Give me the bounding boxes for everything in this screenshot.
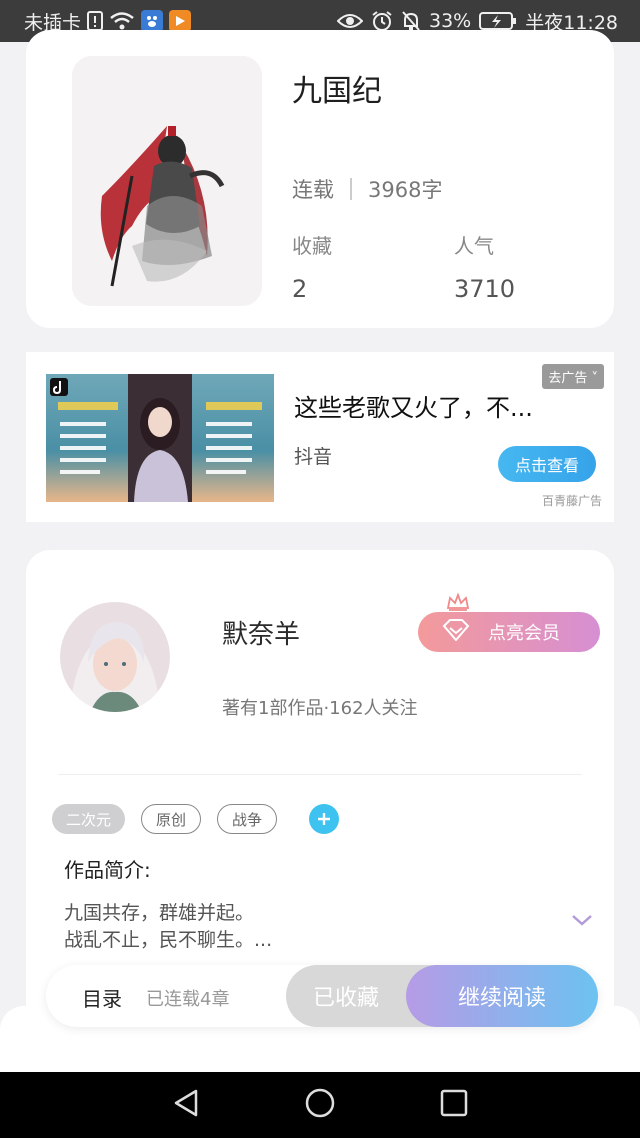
status-divider: [350, 178, 352, 200]
expand-chevron-icon[interactable]: [570, 912, 594, 932]
book-status-row: 连载 3968字: [292, 174, 442, 204]
book-title: 九国纪: [292, 74, 382, 109]
remove-ad-label: 去广告: [548, 371, 588, 386]
add-tag-button[interactable]: [309, 804, 340, 834]
toc-button[interactable]: 目录: [82, 983, 122, 1012]
popularity-label: 人气: [454, 234, 494, 258]
collect-label: 收藏: [292, 234, 332, 258]
vip-label: 点亮会员: [488, 623, 560, 644]
section-divider: [58, 774, 582, 775]
home-nav-icon[interactable]: [304, 1087, 336, 1123]
book-info-card: 九国纪 连载 3968字 收藏 2 人气 3710: [26, 30, 614, 328]
video-app-icon: [169, 10, 192, 32]
ad-image[interactable]: [46, 374, 274, 502]
author-name[interactable]: 默奈羊: [222, 614, 300, 651]
tag-item[interactable]: 原创: [141, 804, 202, 834]
popularity-stat: 人气 3710: [454, 230, 515, 303]
popularity-value: 3710: [454, 275, 516, 303]
word-count: 3968字: [368, 178, 443, 202]
vip-button[interactable]: 点亮会员: [418, 612, 600, 652]
remove-ad-button[interactable]: 去广告 ˅: [542, 364, 604, 389]
intro-heading: 作品简介:: [64, 858, 151, 882]
wifi-icon: [109, 11, 135, 31]
author-meta: 著有1部作品·162人关注: [222, 698, 418, 719]
alarm-icon: [371, 10, 393, 32]
eye-icon: [337, 12, 363, 30]
ad-view-button[interactable]: 点击查看: [498, 446, 596, 482]
book-cover-image[interactable]: [72, 56, 262, 306]
plus-icon: [318, 813, 331, 825]
ad-source: 抖音: [294, 446, 333, 468]
baidu-app-icon: [141, 10, 164, 32]
author-avatar[interactable]: [60, 602, 170, 712]
intro-text: 九国共存，群雄并起。 战乱不止，民不聊生。...: [64, 902, 273, 951]
diamond-icon: [442, 618, 470, 646]
tag-item[interactable]: 战争: [217, 804, 278, 834]
chevron-down-icon: ˅: [591, 371, 599, 386]
battery-percent: 33%: [429, 10, 472, 32]
continue-reading-button[interactable]: 继续阅读: [406, 965, 598, 1027]
chapter-count[interactable]: 已连载4章: [146, 985, 229, 1011]
battery-charging-icon: [479, 11, 517, 31]
recents-nav-icon[interactable]: [440, 1089, 468, 1121]
ad-brand-label: 百青藤广告: [541, 494, 602, 508]
reading-action-bar: 目录 已连载4章 已收藏 继续阅读: [46, 965, 598, 1027]
sim-alert-icon: [87, 11, 104, 31]
system-nav-bar: [0, 1072, 640, 1138]
ad-banner[interactable]: 这些老歌又火了，不... 抖音 去广告 ˅ 点击查看 百青藤广告: [26, 352, 614, 522]
ad-title[interactable]: 这些老歌又火了，不...: [294, 388, 533, 423]
collect-value: 2: [292, 275, 308, 303]
serial-status: 连载: [292, 178, 334, 202]
back-nav-icon[interactable]: [172, 1088, 200, 1122]
collect-stat: 收藏 2: [292, 230, 332, 303]
collected-label: 已收藏: [312, 986, 379, 1011]
tag-item[interactable]: 二次元: [52, 804, 126, 834]
mute-bell-icon: [401, 10, 421, 32]
tag-list: 二次元 原创 战争: [52, 804, 340, 834]
